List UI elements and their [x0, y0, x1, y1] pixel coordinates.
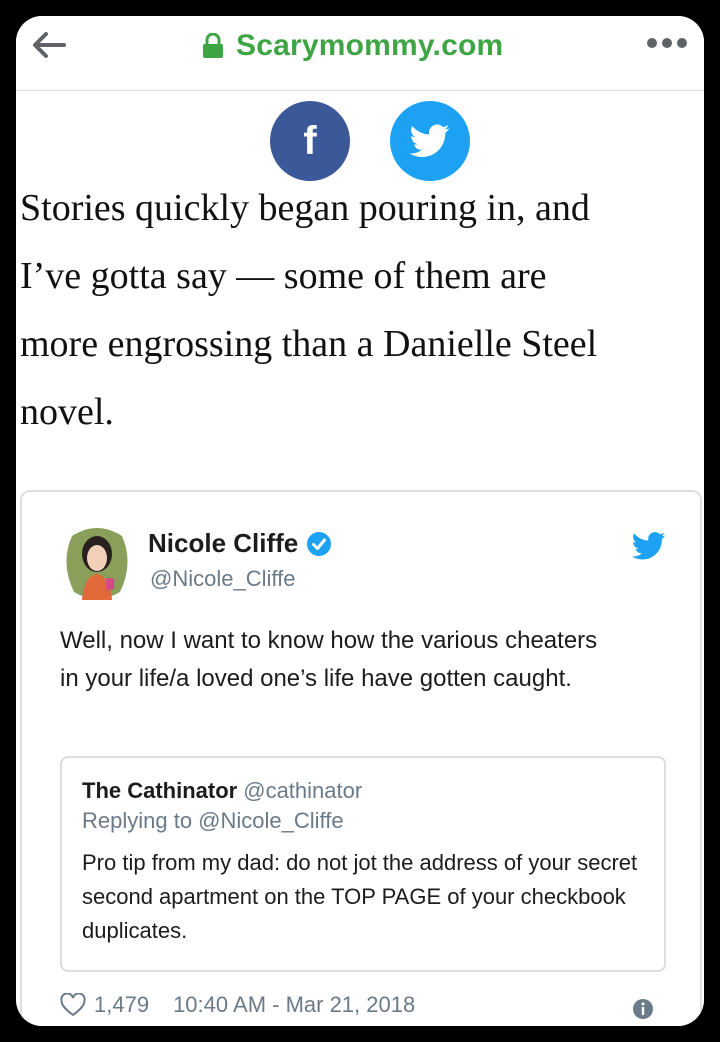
address-bar[interactable]: Scarymommy.com [202, 26, 503, 66]
quoted-tweet[interactable]: The Cathinator @cathinator Replying to @N… [60, 756, 666, 972]
twitter-share-button[interactable] [390, 101, 470, 181]
quoted-tweet-header: The Cathinator @cathinator [82, 778, 362, 804]
article-line: more engrossing than a Danielle Steel [20, 323, 598, 365]
article-line: novel. [20, 391, 114, 433]
twitter-bird-icon [410, 124, 450, 157]
quoted-author-name: The Cathinator [82, 778, 238, 803]
facebook-share-button[interactable]: f [270, 101, 350, 181]
embedded-tweet[interactable]: Nicole Cliffe @Nicole_Cliffe Well, now I… [20, 490, 702, 1026]
twitter-logo-icon[interactable] [632, 532, 666, 560]
article-line: I’ve gotta say — some of them are [20, 255, 547, 297]
tweet-author-name[interactable]: Nicole Cliffe [148, 528, 332, 559]
lock-icon [203, 33, 223, 58]
info-icon[interactable] [632, 998, 654, 1020]
author-name-text: Nicole Cliffe [148, 528, 299, 558]
verified-badge-icon [307, 531, 332, 556]
facebook-icon: f [303, 118, 317, 163]
quoted-author-handle: @cathinator [243, 778, 363, 803]
article-paragraph: Stories quickly began pouring in, and I’… [20, 176, 704, 446]
tweet-text: Well, now I want to know how the various… [60, 627, 598, 692]
phone-screen: Scarymommy.com Stories quickly began pou… [16, 16, 704, 1026]
avatar [66, 528, 128, 600]
replying-to: Replying to @Nicole_Cliffe [82, 808, 344, 833]
back-arrow-icon[interactable] [30, 30, 66, 60]
url-text: Scarymommy.com [236, 29, 504, 62]
article-line: Stories quickly began pouring in, and [20, 187, 590, 229]
like-count: 1,479 [94, 992, 150, 1017]
more-options-icon[interactable] [646, 34, 688, 52]
browser-toolbar: Scarymommy.com [16, 16, 704, 91]
quoted-tweet-text: Pro tip from my dad: do not jot the addr… [82, 850, 638, 943]
tweet-footer: 1,479 10:40 AM - Mar 21, 2018 [60, 992, 415, 1018]
tweet-author-handle[interactable]: @Nicole_Cliffe [150, 566, 295, 592]
tweet-timestamp[interactable]: 10:40 AM - Mar 21, 2018 [173, 992, 415, 1018]
heart-icon[interactable] [60, 993, 86, 1017]
